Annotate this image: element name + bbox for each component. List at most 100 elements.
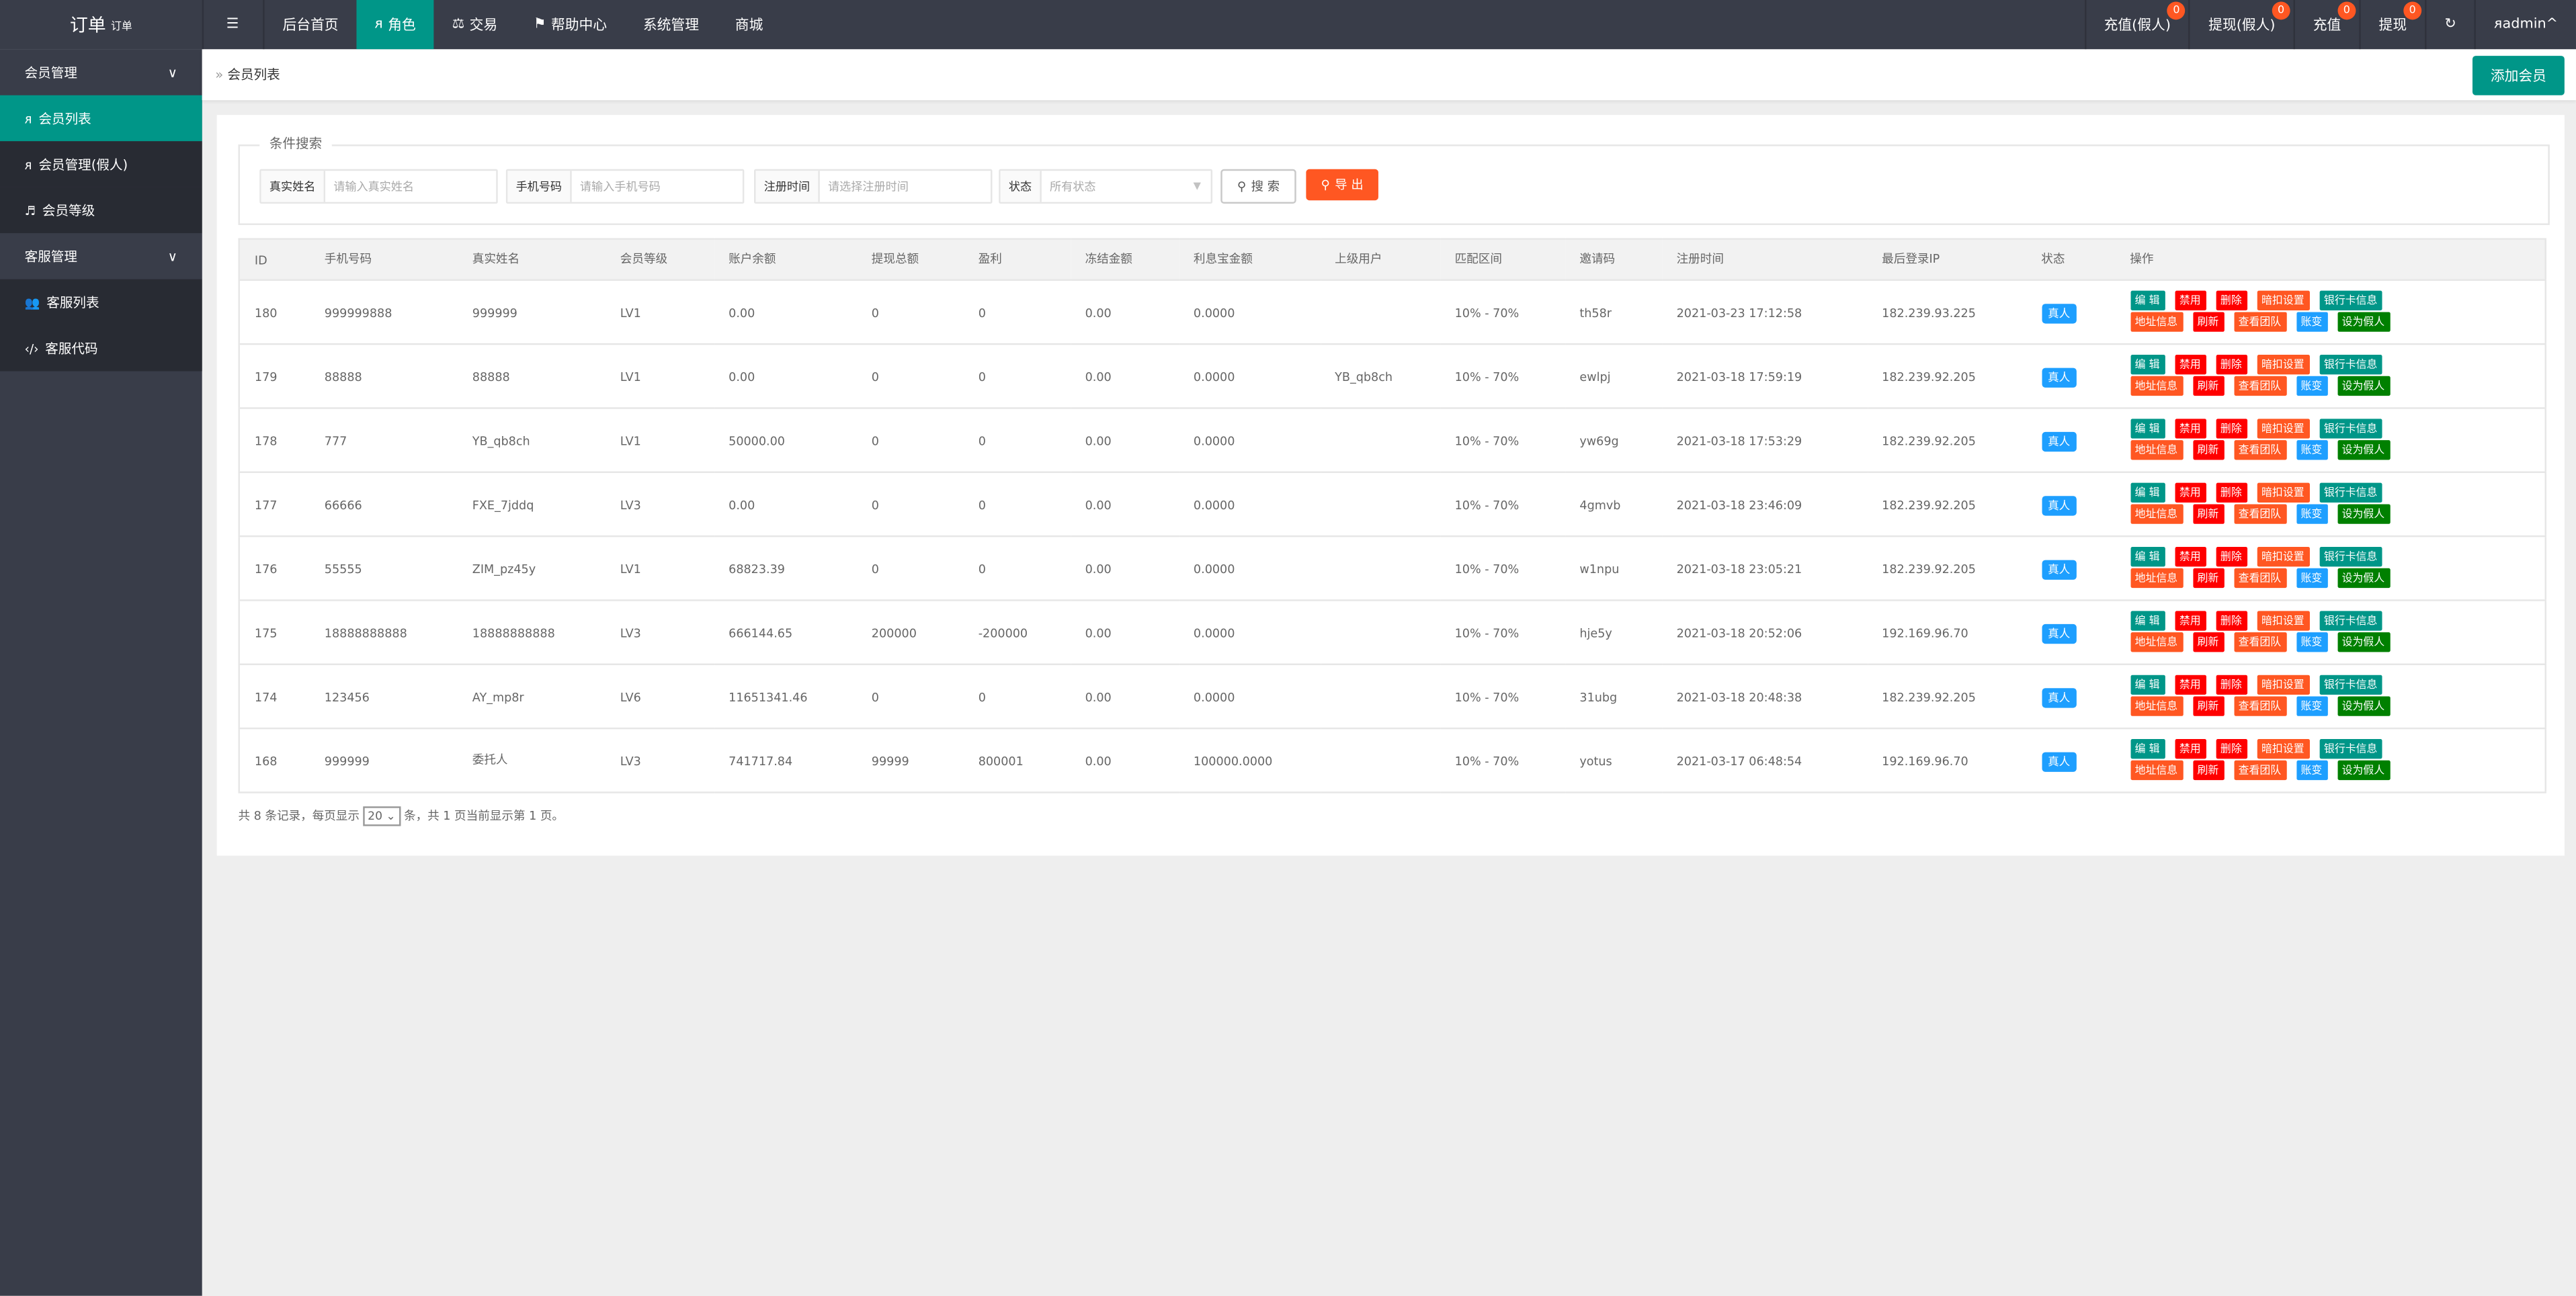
action-button-2[interactable]: 删除 — [2215, 290, 2247, 311]
action-button-1[interactable]: 禁用 — [2174, 290, 2206, 311]
action-button-9[interactable]: 设为假人 — [2337, 632, 2390, 652]
status-select[interactable]: 所有状态 — [1042, 171, 1194, 202]
action-button-7[interactable]: 查看团队 — [2233, 312, 2286, 332]
sidebar-item-1-1[interactable]: ‹/› 客服代码 — [0, 325, 202, 372]
nav-item-1[interactable]: ᴙ 角色 — [356, 0, 434, 50]
add-member-button[interactable]: 添加会员 — [2472, 56, 2565, 95]
top-right-item-0[interactable]: 充值(假人) 0 — [2084, 0, 2189, 50]
action-button-9[interactable]: 设为假人 — [2337, 568, 2390, 589]
action-button-9[interactable]: 设为假人 — [2337, 376, 2390, 396]
action-button-4[interactable]: 银行卡信息 — [2319, 290, 2382, 311]
action-button-0[interactable]: 编 辑 — [2130, 739, 2165, 759]
action-button-2[interactable]: 删除 — [2215, 419, 2247, 439]
action-button-5[interactable]: 地址信息 — [2130, 568, 2183, 589]
action-button-2[interactable]: 删除 — [2215, 482, 2247, 503]
name-input[interactable]: 请输入真实姓名 — [325, 171, 496, 202]
action-button-5[interactable]: 地址信息 — [2130, 760, 2183, 781]
action-button-1[interactable]: 禁用 — [2174, 611, 2206, 631]
refresh-button[interactable]: ↻ — [2425, 0, 2475, 50]
nav-item-4[interactable]: 系统管理 — [625, 0, 717, 49]
action-button-8[interactable]: 账变 — [2296, 376, 2327, 396]
action-button-6[interactable]: 刷新 — [2192, 696, 2224, 716]
action-button-3[interactable]: 暗扣设置 — [2256, 290, 2309, 311]
action-button-6[interactable]: 刷新 — [2192, 440, 2224, 460]
action-button-0[interactable]: 编 辑 — [2130, 482, 2165, 503]
action-button-8[interactable]: 账变 — [2296, 504, 2327, 524]
action-button-9[interactable]: 设为假人 — [2337, 696, 2390, 716]
action-button-4[interactable]: 银行卡信息 — [2319, 419, 2382, 439]
action-button-8[interactable]: 账变 — [2296, 312, 2327, 332]
action-button-2[interactable]: 删除 — [2215, 739, 2247, 759]
top-right-item-1[interactable]: 提现(假人) 0 — [2188, 0, 2294, 50]
action-button-9[interactable]: 设为假人 — [2337, 760, 2390, 781]
action-button-9[interactable]: 设为假人 — [2337, 504, 2390, 524]
action-button-3[interactable]: 暗扣设置 — [2256, 675, 2309, 695]
sidebar-group-0[interactable]: 会员管理 ∨ — [0, 49, 202, 95]
action-button-7[interactable]: 查看团队 — [2233, 568, 2286, 589]
search-button[interactable]: ⚲ 搜 索 — [1220, 169, 1296, 204]
action-button-1[interactable]: 禁用 — [2174, 675, 2206, 695]
action-button-6[interactable]: 刷新 — [2192, 760, 2224, 781]
export-button[interactable]: ⚲ 导 出 — [1306, 169, 1378, 201]
nav-item-0[interactable]: 后台首页 — [265, 0, 357, 49]
action-button-3[interactable]: 暗扣设置 — [2256, 419, 2309, 439]
action-button-8[interactable]: 账变 — [2296, 696, 2327, 716]
action-button-7[interactable]: 查看团队 — [2233, 504, 2286, 524]
action-button-1[interactable]: 禁用 — [2174, 355, 2206, 375]
action-button-0[interactable]: 编 辑 — [2130, 547, 2165, 567]
action-button-4[interactable]: 银行卡信息 — [2319, 547, 2382, 567]
action-button-6[interactable]: 刷新 — [2192, 632, 2224, 652]
action-button-9[interactable]: 设为假人 — [2337, 312, 2390, 332]
action-button-4[interactable]: 银行卡信息 — [2319, 675, 2382, 695]
action-button-5[interactable]: 地址信息 — [2130, 632, 2183, 652]
action-button-7[interactable]: 查看团队 — [2233, 696, 2286, 716]
action-button-6[interactable]: 刷新 — [2192, 312, 2224, 332]
action-button-8[interactable]: 账变 — [2296, 440, 2327, 460]
action-button-5[interactable]: 地址信息 — [2130, 312, 2183, 332]
action-button-4[interactable]: 银行卡信息 — [2319, 739, 2382, 759]
menu-toggle-button[interactable]: ☰ — [202, 0, 265, 50]
action-button-3[interactable]: 暗扣设置 — [2256, 547, 2309, 567]
nav-item-2[interactable]: ⚖ 交易 — [434, 0, 515, 49]
action-button-2[interactable]: 删除 — [2215, 675, 2247, 695]
action-button-8[interactable]: 账变 — [2296, 760, 2327, 781]
nav-item-3[interactable]: ⚑ 帮助中心 — [515, 0, 625, 49]
action-button-6[interactable]: 刷新 — [2192, 376, 2224, 396]
action-button-6[interactable]: 刷新 — [2192, 568, 2224, 589]
action-button-0[interactable]: 编 辑 — [2130, 611, 2165, 631]
action-button-0[interactable]: 编 辑 — [2130, 675, 2165, 695]
action-button-9[interactable]: 设为假人 — [2337, 440, 2390, 460]
action-button-2[interactable]: 删除 — [2215, 355, 2247, 375]
action-button-3[interactable]: 暗扣设置 — [2256, 739, 2309, 759]
action-button-6[interactable]: 刷新 — [2192, 504, 2224, 524]
action-button-7[interactable]: 查看团队 — [2233, 632, 2286, 652]
sidebar-item-0-2[interactable]: ♬ 会员等级 — [0, 187, 202, 234]
page-size-select[interactable]: 20 ⌄ — [362, 806, 401, 826]
user-menu[interactable]: ᴙ admin ^ — [2474, 0, 2576, 50]
action-button-0[interactable]: 编 辑 — [2130, 290, 2165, 311]
nav-item-5[interactable]: 商城 — [717, 0, 781, 49]
action-button-8[interactable]: 账变 — [2296, 568, 2327, 589]
action-button-1[interactable]: 禁用 — [2174, 419, 2206, 439]
action-button-1[interactable]: 禁用 — [2174, 739, 2206, 759]
action-button-7[interactable]: 查看团队 — [2233, 376, 2286, 396]
action-button-1[interactable]: 禁用 — [2174, 482, 2206, 503]
action-button-5[interactable]: 地址信息 — [2130, 376, 2183, 396]
action-button-5[interactable]: 地址信息 — [2130, 440, 2183, 460]
top-right-item-2[interactable]: 充值 0 — [2293, 0, 2359, 50]
action-button-2[interactable]: 删除 — [2215, 547, 2247, 567]
action-button-4[interactable]: 银行卡信息 — [2319, 611, 2382, 631]
action-button-7[interactable]: 查看团队 — [2233, 440, 2286, 460]
action-button-8[interactable]: 账变 — [2296, 632, 2327, 652]
top-right-item-3[interactable]: 提现 0 — [2359, 0, 2425, 50]
sidebar-item-0-1[interactable]: ᴙ 会员管理(假人) — [0, 141, 202, 187]
sidebar-item-0-0[interactable]: ᴙ 会员列表 — [0, 95, 202, 142]
action-button-0[interactable]: 编 辑 — [2130, 419, 2165, 439]
action-button-3[interactable]: 暗扣设置 — [2256, 611, 2309, 631]
time-input[interactable]: 请选择注册时间 — [820, 171, 991, 202]
action-button-4[interactable]: 银行卡信息 — [2319, 482, 2382, 503]
phone-input[interactable]: 请输入手机号码 — [572, 171, 743, 202]
action-button-7[interactable]: 查看团队 — [2233, 760, 2286, 781]
action-button-4[interactable]: 银行卡信息 — [2319, 355, 2382, 375]
action-button-5[interactable]: 地址信息 — [2130, 504, 2183, 524]
